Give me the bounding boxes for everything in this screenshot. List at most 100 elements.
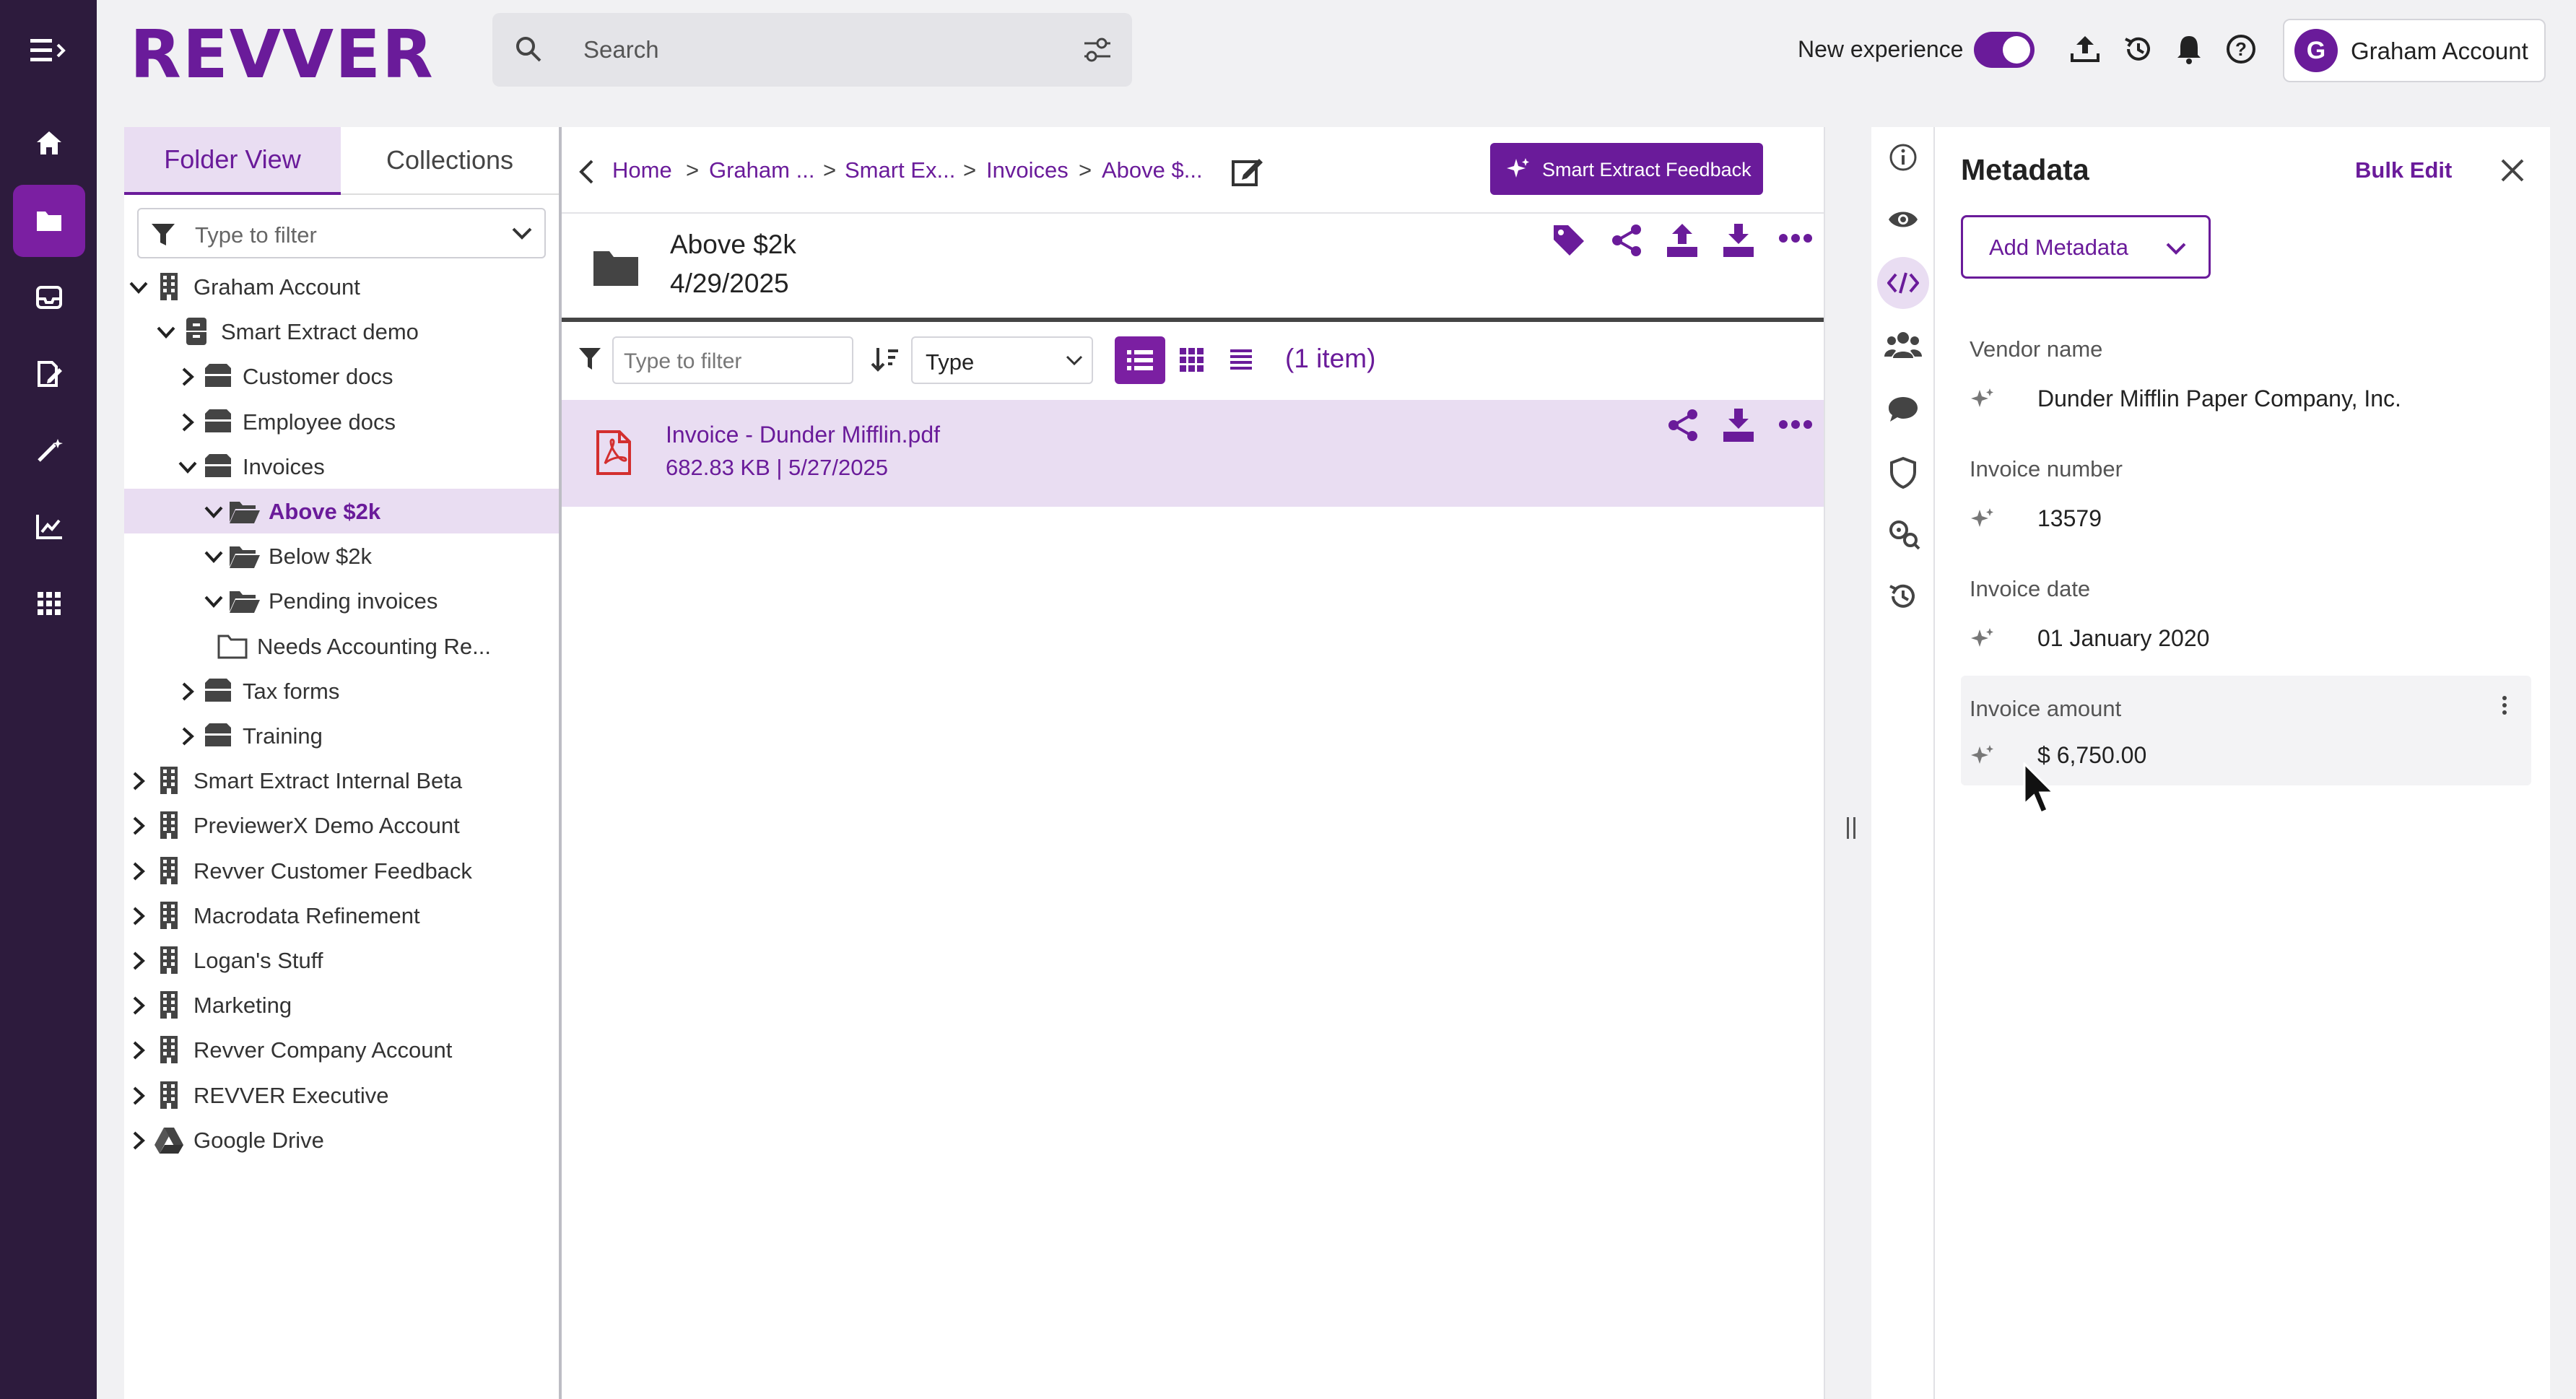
tree-item[interactable]: Training [124,713,559,758]
history-icon[interactable] [2123,33,2154,65]
chevron-right-icon[interactable] [178,367,198,387]
search-input[interactable]: Search [583,36,659,64]
tree-item[interactable]: PreviewerX Demo Account [124,803,559,847]
chevron-right-icon[interactable] [178,681,198,702]
breadcrumb-home[interactable]: Home [612,157,672,183]
tree-item[interactable]: Smart Extract Internal Beta [124,758,559,803]
info-icon[interactable] [1889,143,1918,172]
edit-icon[interactable] [1230,154,1265,188]
chevron-down-icon[interactable] [156,322,176,342]
tree-item[interactable]: Customer docs [124,354,559,398]
chevron-right-icon[interactable] [129,951,149,971]
download-icon[interactable] [1721,222,1756,258]
compact-list-icon[interactable] [1229,348,1253,371]
tree-item[interactable]: Smart Extract demo [124,309,559,354]
tree-item[interactable]: Invoices [124,444,559,489]
tree-item[interactable]: Employee docs [124,399,559,444]
history-icon[interactable] [1887,580,1919,612]
tree-item[interactable]: Revver Company Account [124,1027,559,1072]
tree-item[interactable]: Needs Accounting Re... [124,624,559,668]
folder-icon[interactable] [13,185,85,257]
tree-item[interactable]: Graham Account [124,264,559,309]
breadcrumb-above-2k[interactable]: Above $... [1102,157,1203,183]
chevron-down-icon[interactable] [204,502,224,522]
list-view-button[interactable] [1115,336,1165,384]
magic-wand-icon[interactable] [13,414,85,487]
chevron-right-icon[interactable] [129,816,149,836]
tab-folder-view[interactable]: Folder View [124,127,341,195]
file-name[interactable]: Invoice - Dunder Mifflin.pdf [666,422,940,448]
chevron-right-icon[interactable] [178,726,198,746]
share-icon[interactable] [1666,409,1700,442]
tree-filter-field[interactable]: Type to filter [137,208,546,258]
tree-item[interactable]: Pending invoices [124,578,559,623]
tree-item[interactable]: Marketing [124,982,559,1027]
chevron-right-icon[interactable] [178,412,198,432]
tree-item[interactable]: Below $2k [124,533,559,578]
people-icon[interactable] [1884,331,1922,359]
tree-item[interactable]: Google Drive [124,1117,559,1162]
eye-icon[interactable] [1887,208,1919,231]
smart-extract-feedback-button[interactable]: Smart Extract Feedback [1490,143,1763,195]
back-chevron-icon[interactable] [578,159,595,185]
field-value-invoice-date[interactable]: 01 January 2020 [2037,625,2209,652]
home-icon[interactable] [13,107,85,179]
chevron-down-icon[interactable] [204,591,224,611]
bell-icon[interactable] [2175,33,2203,65]
upload-icon[interactable] [1665,222,1700,258]
search-bar[interactable]: Search [492,13,1132,87]
grid-view-icon[interactable] [1180,348,1204,372]
tree-item[interactable]: Macrodata Refinement [124,893,559,938]
tree-item[interactable]: Revver Customer Feedback [124,848,559,893]
chevron-down-icon[interactable] [204,546,224,567]
file-row[interactable]: Invoice - Dunder Mifflin.pdf 682.83 KB |… [562,400,1824,507]
tree-item[interactable]: Tax forms [124,668,559,713]
help-icon[interactable]: ? [2225,33,2257,65]
tree-item[interactable]: Above $2k [124,489,559,533]
add-metadata-button[interactable]: Add Metadata [1961,215,2211,279]
chevron-right-icon[interactable] [129,861,149,881]
tag-icon[interactable] [1551,222,1587,258]
more-options-icon[interactable] [1779,419,1812,430]
type-select[interactable]: Type [911,336,1093,384]
download-icon[interactable] [1721,407,1756,443]
chevron-down-icon[interactable] [511,227,533,241]
account-button[interactable]: G Graham Account [2283,19,2546,82]
menu-collapse-icon[interactable] [13,14,85,87]
kebab-menu-icon[interactable] [2501,694,2508,716]
analytics-icon[interactable] [13,491,85,563]
edit-document-icon[interactable] [13,338,85,410]
chevron-down-icon[interactable] [178,457,198,477]
new-experience-toggle[interactable] [1974,32,2035,68]
sort-icon[interactable] [871,345,900,372]
breadcrumb-invoices[interactable]: Invoices [986,157,1069,183]
tab-collections[interactable]: Collections [341,127,559,195]
code-tab[interactable] [1877,257,1929,309]
tree-item[interactable]: REVVER Executive [124,1073,559,1117]
apps-grid-icon[interactable] [13,567,85,640]
chevron-right-icon[interactable] [129,1130,149,1151]
shield-icon[interactable] [1889,456,1918,489]
inbox-icon[interactable] [13,261,85,334]
filter-sliders-icon[interactable] [1083,36,1112,64]
chevron-right-icon[interactable] [129,995,149,1016]
panel-resize-handle[interactable] [1847,817,1855,839]
revver-logo[interactable]: REVVER [130,16,435,93]
breadcrumb-smart-extract[interactable]: Smart Ex... [845,157,955,183]
close-icon[interactable] [2499,157,2525,183]
more-options-icon[interactable] [1779,232,1812,244]
gear-search-icon[interactable] [1886,517,1920,550]
chevron-right-icon[interactable] [129,1040,149,1060]
field-value-vendor[interactable]: Dunder Mifflin Paper Company, Inc. [2037,385,2401,412]
content-filter-input[interactable]: Type to filter [612,336,853,384]
upload-icon[interactable] [2069,33,2101,65]
breadcrumb-graham[interactable]: Graham ... [709,157,814,183]
share-icon[interactable] [1610,224,1643,257]
field-value-invoice-number[interactable]: 13579 [2037,505,2102,532]
chevron-right-icon[interactable] [129,906,149,926]
tree-item[interactable]: Logan's Stuff [124,938,559,982]
comment-icon[interactable] [1887,396,1919,424]
chevron-right-icon[interactable] [129,771,149,791]
chevron-right-icon[interactable] [129,1086,149,1106]
chevron-down-icon[interactable] [129,277,149,297]
